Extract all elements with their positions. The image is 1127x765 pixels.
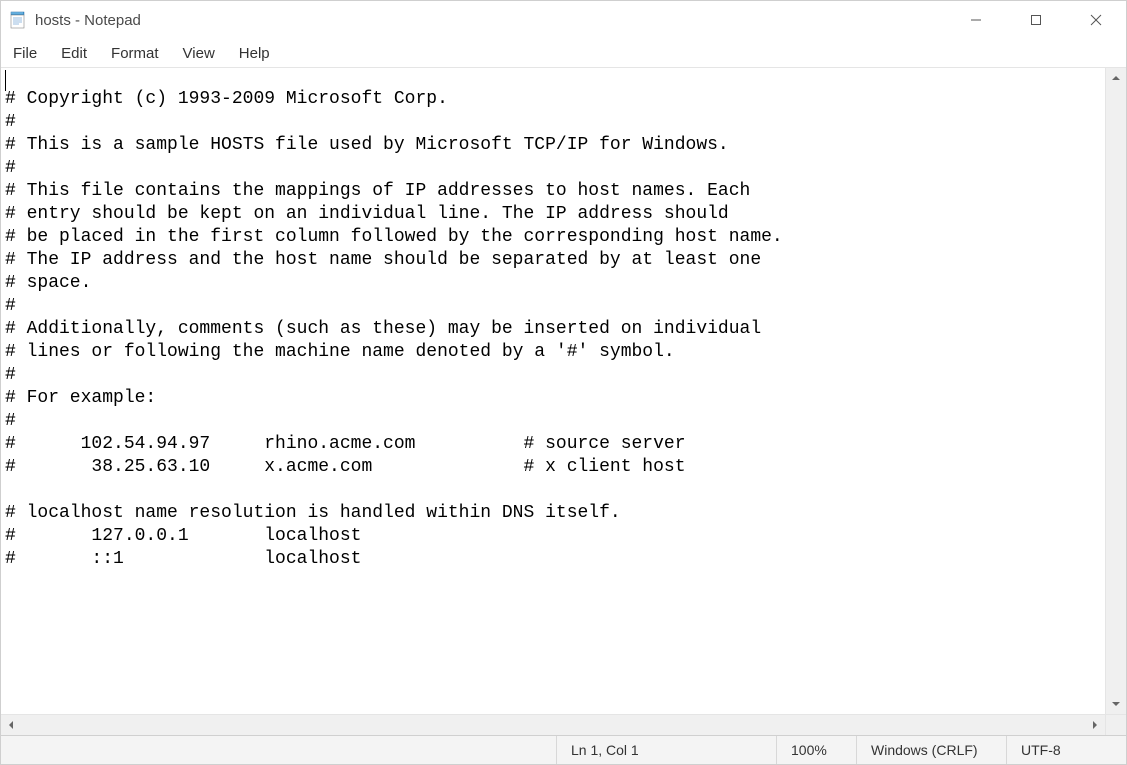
vertical-scroll-track[interactable] [1106, 88, 1126, 694]
maximize-icon [1030, 14, 1042, 26]
close-button[interactable] [1066, 1, 1126, 39]
status-empty [1, 736, 556, 764]
editor-area: # Copyright (c) 1993-2009 Microsoft Corp… [1, 68, 1126, 735]
menu-edit[interactable]: Edit [49, 39, 99, 67]
chevron-left-icon [6, 720, 16, 730]
chevron-up-icon [1111, 73, 1121, 83]
notepad-icon [9, 11, 27, 29]
chevron-right-icon [1090, 720, 1100, 730]
horizontal-scrollbar[interactable] [1, 714, 1126, 735]
scroll-right-button[interactable] [1085, 715, 1105, 735]
menu-view[interactable]: View [171, 39, 227, 67]
status-encoding: UTF-8 [1006, 736, 1126, 764]
scroll-left-button[interactable] [1, 715, 21, 735]
status-line-ending: Windows (CRLF) [856, 736, 1006, 764]
close-icon [1090, 14, 1102, 26]
scroll-up-button[interactable] [1106, 68, 1126, 88]
window-title: hosts - Notepad [35, 12, 141, 29]
scrollbar-corner [1105, 715, 1126, 735]
status-zoom: 100% [776, 736, 856, 764]
vertical-scrollbar[interactable] [1105, 68, 1126, 714]
scroll-down-button[interactable] [1106, 694, 1126, 714]
horizontal-scroll-track[interactable] [21, 715, 1085, 735]
menu-help[interactable]: Help [227, 39, 282, 67]
title-bar[interactable]: hosts - Notepad [1, 1, 1126, 39]
status-cursor-position: Ln 1, Col 1 [556, 736, 776, 764]
notepad-window: hosts - Notepad File Edit Format View He… [0, 0, 1127, 765]
window-controls [946, 1, 1126, 39]
text-content[interactable]: # Copyright (c) 1993-2009 Microsoft Corp… [1, 86, 1105, 573]
chevron-down-icon [1111, 699, 1121, 709]
menu-format[interactable]: Format [99, 39, 171, 67]
minimize-icon [970, 14, 982, 26]
menu-file[interactable]: File [5, 39, 49, 67]
menu-bar: File Edit Format View Help [1, 39, 1126, 68]
editor-inner: # Copyright (c) 1993-2009 Microsoft Corp… [1, 68, 1126, 714]
status-bar: Ln 1, Col 1 100% Windows (CRLF) UTF-8 [1, 735, 1126, 764]
minimize-button[interactable] [946, 1, 1006, 39]
text-viewport: # Copyright (c) 1993-2009 Microsoft Corp… [1, 68, 1105, 714]
maximize-button[interactable] [1006, 1, 1066, 39]
